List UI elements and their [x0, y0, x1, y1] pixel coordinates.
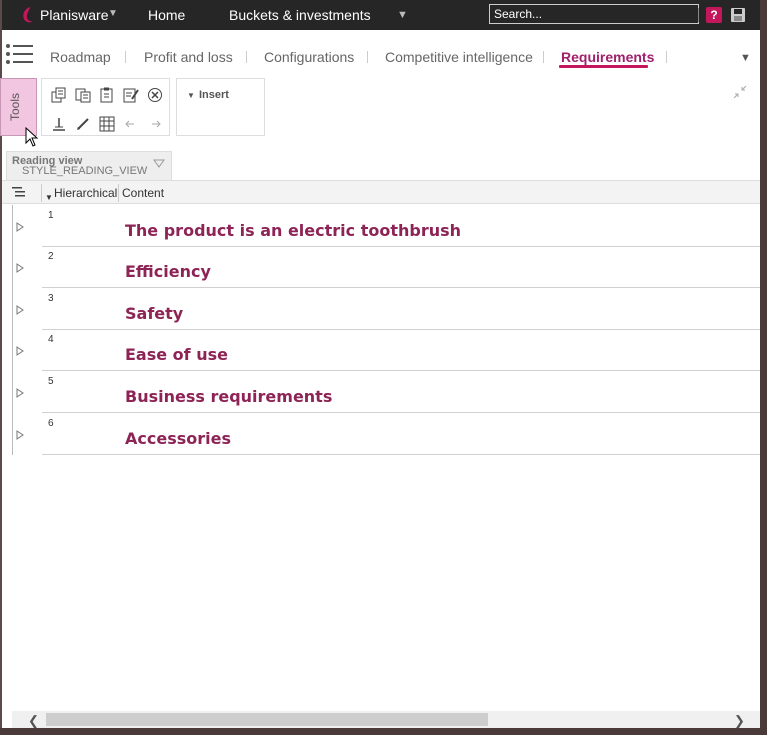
- row-number: 3: [48, 293, 54, 304]
- save-icon[interactable]: [730, 7, 746, 23]
- row-tree-line: [12, 246, 13, 288]
- help-button[interactable]: ?: [706, 7, 722, 23]
- row-number: 1: [48, 210, 54, 221]
- insert-panel: ▼ Insert: [176, 78, 265, 136]
- pencil-icon[interactable]: [75, 116, 91, 132]
- top-bar: Planisware ▼ Home Buckets & investments …: [2, 0, 760, 30]
- edit-document-icon[interactable]: [123, 87, 139, 103]
- copy-structure-icon[interactable]: [51, 87, 67, 103]
- expand-arrow-icon[interactable]: [16, 430, 24, 440]
- topbar-divider: [698, 8, 699, 22]
- expand-arrow-icon[interactable]: [16, 388, 24, 398]
- tab-divider: [666, 51, 667, 63]
- row-tree-line: [12, 288, 13, 330]
- row-number: 4: [48, 334, 54, 345]
- toolbox: [41, 78, 170, 136]
- nav-buckets-investments[interactable]: Buckets & investments: [229, 7, 371, 23]
- tab-profit-and-loss[interactable]: Profit and loss: [144, 49, 233, 65]
- tab-requirements[interactable]: Requirements: [561, 49, 654, 65]
- row-tree-line: [12, 205, 13, 247]
- nav-home[interactable]: Home: [148, 7, 185, 23]
- list-menu-icon[interactable]: [4, 43, 34, 65]
- requirement-title[interactable]: The product is an electric toothbrush: [125, 221, 461, 240]
- column-header-hierarchical-label: Hierarchical: [54, 186, 118, 200]
- scrollbar-thumb[interactable]: [46, 713, 488, 726]
- table-row[interactable]: 6 Accessories: [2, 413, 760, 455]
- nav-more-chevron-icon[interactable]: ▼: [397, 9, 408, 21]
- table-row[interactable]: 2 Efficiency: [2, 246, 760, 288]
- arrow-right-icon[interactable]: [147, 116, 163, 132]
- insert-button[interactable]: Insert: [199, 89, 229, 101]
- active-tab-indicator: [559, 65, 648, 68]
- mouse-cursor-icon: [25, 127, 39, 147]
- expand-arrow-icon[interactable]: [16, 346, 24, 356]
- window-frame-bottom: [0, 728, 767, 735]
- brand-name[interactable]: Planisware: [40, 7, 108, 23]
- row-tree-line: [12, 413, 13, 455]
- row-tree-line: [12, 329, 13, 371]
- expand-arrow-icon[interactable]: [16, 222, 24, 232]
- tools-tab-label: Tools: [8, 92, 22, 121]
- table-row[interactable]: 1 The product is an electric toothbrush: [2, 205, 760, 247]
- tree-list-icon[interactable]: [12, 186, 26, 198]
- planisware-logo-icon: [23, 7, 33, 23]
- view-selector[interactable]: Reading view STYLE_READING_VIEW: [6, 151, 172, 181]
- grid-header: ▼ Hierarchical Content: [2, 180, 760, 204]
- table-icon[interactable]: [99, 116, 115, 132]
- arrow-left-icon[interactable]: [123, 116, 139, 132]
- column-header-content[interactable]: Content: [122, 184, 164, 202]
- table-row[interactable]: 5 Business requirements: [2, 371, 760, 413]
- view-selector-name: STYLE_READING_VIEW: [22, 165, 148, 177]
- expand-arrow-icon[interactable]: [16, 263, 24, 273]
- requirement-title[interactable]: Ease of use: [125, 345, 228, 364]
- dropdown-arrow-icon[interactable]: [153, 159, 165, 169]
- delete-icon[interactable]: [147, 87, 163, 103]
- copy-icon[interactable]: [75, 87, 91, 103]
- tab-configurations[interactable]: Configurations: [264, 49, 354, 65]
- row-tree-line: [12, 371, 13, 413]
- requirement-title[interactable]: Accessories: [125, 429, 231, 448]
- tab-competitive-intelligence[interactable]: Competitive intelligence: [385, 49, 533, 65]
- table-row[interactable]: 4 Ease of use: [2, 329, 760, 371]
- requirement-title[interactable]: Business requirements: [125, 387, 332, 406]
- search-input[interactable]: [489, 4, 699, 24]
- scroll-right-icon[interactable]: ❯: [734, 713, 745, 729]
- requirement-title[interactable]: Safety: [125, 304, 183, 323]
- paste-icon[interactable]: [99, 87, 115, 103]
- requirement-title[interactable]: Efficiency: [125, 262, 211, 281]
- tab-divider: [543, 51, 544, 63]
- row-number: 2: [48, 251, 54, 262]
- indent-icon[interactable]: [51, 116, 67, 132]
- insert-caret-icon[interactable]: ▼: [187, 91, 195, 100]
- chevron-down-icon[interactable]: ▼: [108, 8, 118, 19]
- horizontal-scrollbar[interactable]: ❮ ❯: [12, 711, 760, 728]
- tab-divider: [125, 51, 126, 63]
- table-row[interactable]: 3 Safety: [2, 288, 760, 330]
- tabs-row: Roadmap Profit and loss Configurations C…: [2, 30, 760, 78]
- collapse-icon[interactable]: [733, 85, 747, 99]
- tabs-overflow-chevron-icon[interactable]: ▼: [740, 52, 751, 64]
- expand-arrow-icon[interactable]: [16, 305, 24, 315]
- row-number: 5: [48, 376, 54, 387]
- tab-divider: [246, 51, 247, 63]
- row-divider: [42, 454, 760, 455]
- tab-roadmap[interactable]: Roadmap: [50, 49, 111, 65]
- scroll-left-icon[interactable]: ❮: [28, 713, 39, 729]
- window-frame-right: [760, 0, 767, 735]
- tab-divider: [367, 51, 368, 63]
- column-header-hierarchical[interactable]: ▼ Hierarchical: [41, 184, 119, 202]
- row-number: 6: [48, 418, 54, 429]
